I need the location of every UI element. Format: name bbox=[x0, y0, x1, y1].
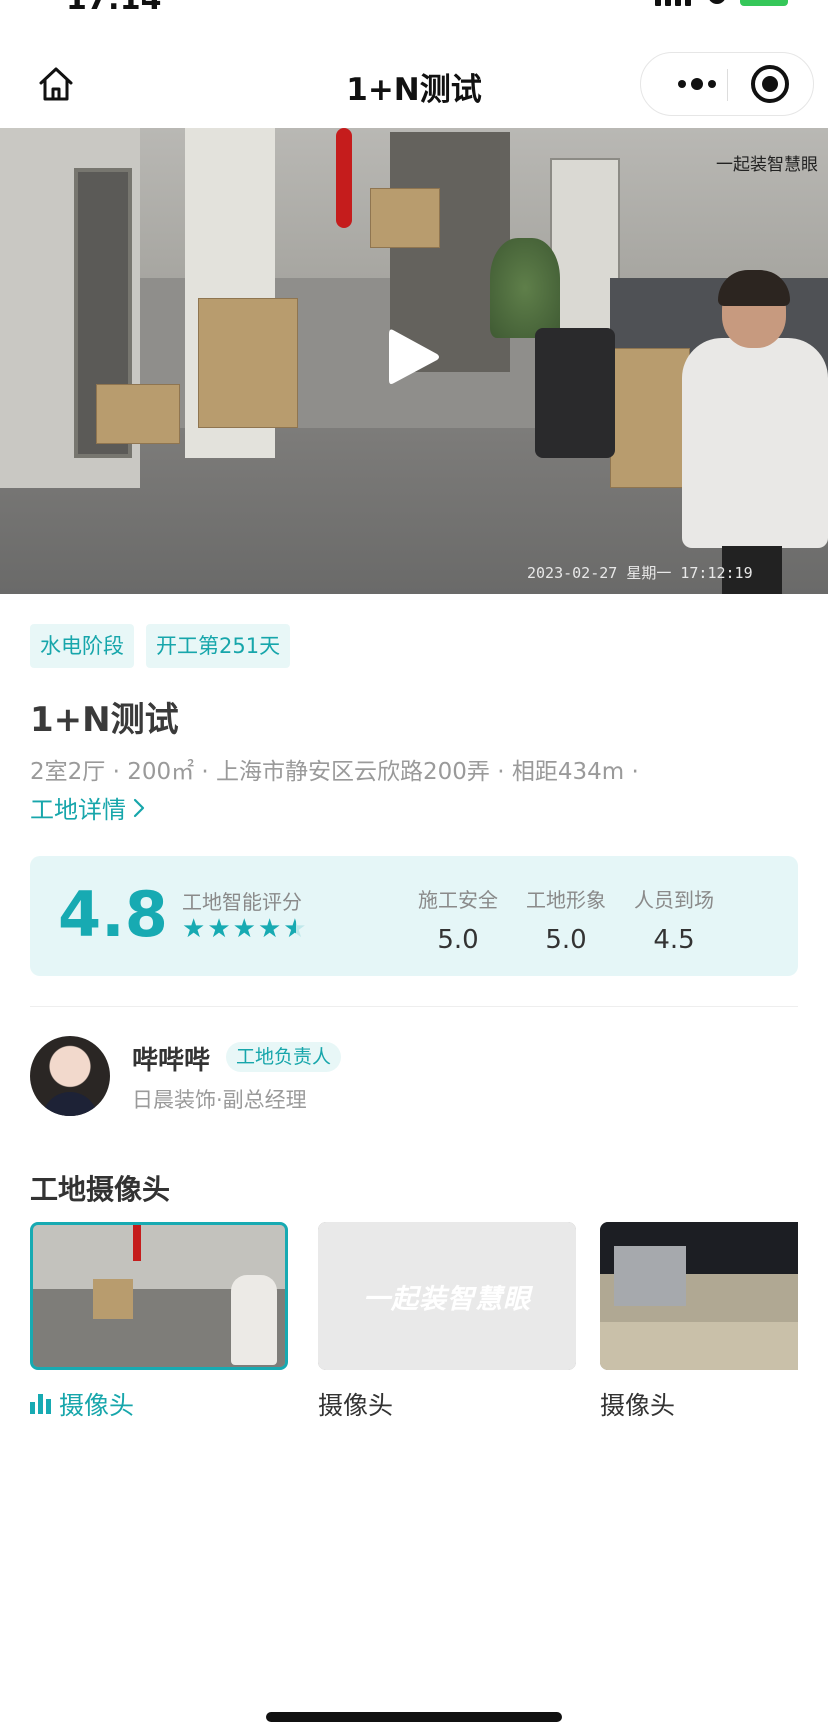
camera-thumbnail bbox=[600, 1222, 798, 1370]
wifi-icon bbox=[708, 0, 726, 4]
site-detail-label: 工地详情 bbox=[30, 796, 126, 824]
more-button[interactable] bbox=[665, 53, 729, 115]
manager-company: 日晨装饰·副总经理 bbox=[132, 1088, 307, 1112]
sub-score-image: 工地形象 5.0 bbox=[516, 884, 616, 955]
mini-program-capsule bbox=[640, 52, 814, 116]
score-label: 工地智能评分 bbox=[182, 890, 302, 914]
video-frame-box bbox=[370, 188, 440, 248]
half-star-icon: ★ bbox=[283, 914, 307, 944]
sub-score-label: 工地形象 bbox=[526, 888, 606, 912]
cameras-heading: 工地摄像头 bbox=[30, 1173, 171, 1206]
sub-score-value: 4.5 bbox=[653, 925, 695, 955]
camera-item[interactable]: 摄像头 bbox=[600, 1222, 798, 1422]
sub-score-attendance: 人员到场 4.5 bbox=[624, 884, 724, 955]
play-icon[interactable] bbox=[387, 326, 441, 388]
manager-role-badge: 工地负责人 bbox=[226, 1042, 342, 1072]
video-frame-person bbox=[682, 270, 828, 594]
status-bar: 17:14 bbox=[0, 0, 828, 17]
star-icon: ★ bbox=[182, 914, 206, 944]
sub-score-value: 5.0 bbox=[545, 925, 587, 955]
site-meta: 2室2厅 · 200㎡ · 上海市静安区云欣路200弄 · 相距434m · bbox=[30, 759, 639, 785]
sub-score-safety: 施工安全 5.0 bbox=[408, 884, 508, 955]
close-program-button[interactable] bbox=[751, 65, 789, 103]
dot-icon bbox=[678, 80, 686, 88]
video-player[interactable]: 一起装智慧眼 2023-02-27 星期一 17:12:19 bbox=[0, 128, 828, 594]
video-frame-box bbox=[198, 298, 298, 428]
camera-label-text: 摄像头 bbox=[59, 1391, 135, 1420]
sub-score-label: 施工安全 bbox=[418, 888, 498, 912]
camera-item[interactable]: 一起装智慧眼 摄像头 bbox=[318, 1222, 578, 1422]
battery-icon bbox=[740, 0, 788, 6]
site-title: 1+N测试 bbox=[30, 700, 179, 740]
section-divider bbox=[30, 1006, 798, 1007]
camera-label-text: 摄像头 bbox=[318, 1391, 394, 1420]
signal-icon bbox=[655, 0, 691, 6]
placeholder-watermark: 一起装智慧眼 bbox=[363, 1283, 531, 1315]
camera-label: 摄像头 bbox=[600, 1386, 798, 1422]
star-icon: ★ bbox=[232, 914, 256, 944]
status-time: 17:14 bbox=[66, 0, 162, 17]
video-watermark: 一起装智慧眼 bbox=[716, 155, 818, 175]
stage-tag: 水电阶段 bbox=[30, 624, 134, 668]
camera-thumbnail-placeholder: 一起装智慧眼 bbox=[318, 1222, 576, 1370]
days-tag: 开工第251天 bbox=[146, 624, 291, 668]
manager-name: 哔哔哔 bbox=[132, 1046, 211, 1076]
home-indicator[interactable] bbox=[266, 1712, 562, 1722]
camera-label-text: 摄像头 bbox=[600, 1391, 676, 1420]
star-icon: ★ bbox=[207, 914, 231, 944]
camera-item[interactable]: 摄像头 bbox=[30, 1222, 290, 1422]
camera-thumbnail bbox=[30, 1222, 288, 1370]
bar-chart-icon bbox=[30, 1394, 51, 1414]
dot-icon bbox=[691, 78, 703, 90]
star-rating: ★ ★ ★ ★ ★ bbox=[182, 916, 307, 942]
video-frame-box bbox=[610, 348, 690, 488]
camera-label: 摄像头 bbox=[318, 1386, 578, 1422]
capsule-divider bbox=[727, 69, 728, 101]
score-card[interactable]: 4.8 工地智能评分 ★ ★ ★ ★ ★ 施工安全 5.0 工地形象 5.0 人… bbox=[30, 856, 798, 976]
video-frame-plant bbox=[490, 238, 560, 338]
sub-score-label: 人员到场 bbox=[634, 888, 714, 912]
nav-bar: 1+N测试 bbox=[0, 40, 828, 128]
dot-icon bbox=[708, 80, 716, 88]
video-frame-chair bbox=[535, 328, 615, 458]
star-icon: ★ bbox=[257, 914, 282, 944]
sub-score-value: 5.0 bbox=[437, 925, 479, 955]
chevron-right-icon bbox=[133, 798, 145, 817]
video-frame-lantern bbox=[336, 128, 352, 228]
video-frame-box bbox=[96, 384, 180, 444]
site-detail-link[interactable]: 工地详情 bbox=[30, 790, 146, 825]
camera-list[interactable]: 摄像头 一起装智慧眼 摄像头 摄像头 bbox=[30, 1222, 798, 1442]
camera-label: 摄像头 bbox=[30, 1386, 290, 1422]
site-tags: 水电阶段 开工第251天 bbox=[30, 624, 291, 668]
overall-score: 4.8 bbox=[58, 878, 168, 951]
video-timestamp: 2023-02-27 星期一 17:12:19 bbox=[527, 564, 753, 582]
avatar[interactable] bbox=[30, 1036, 110, 1116]
